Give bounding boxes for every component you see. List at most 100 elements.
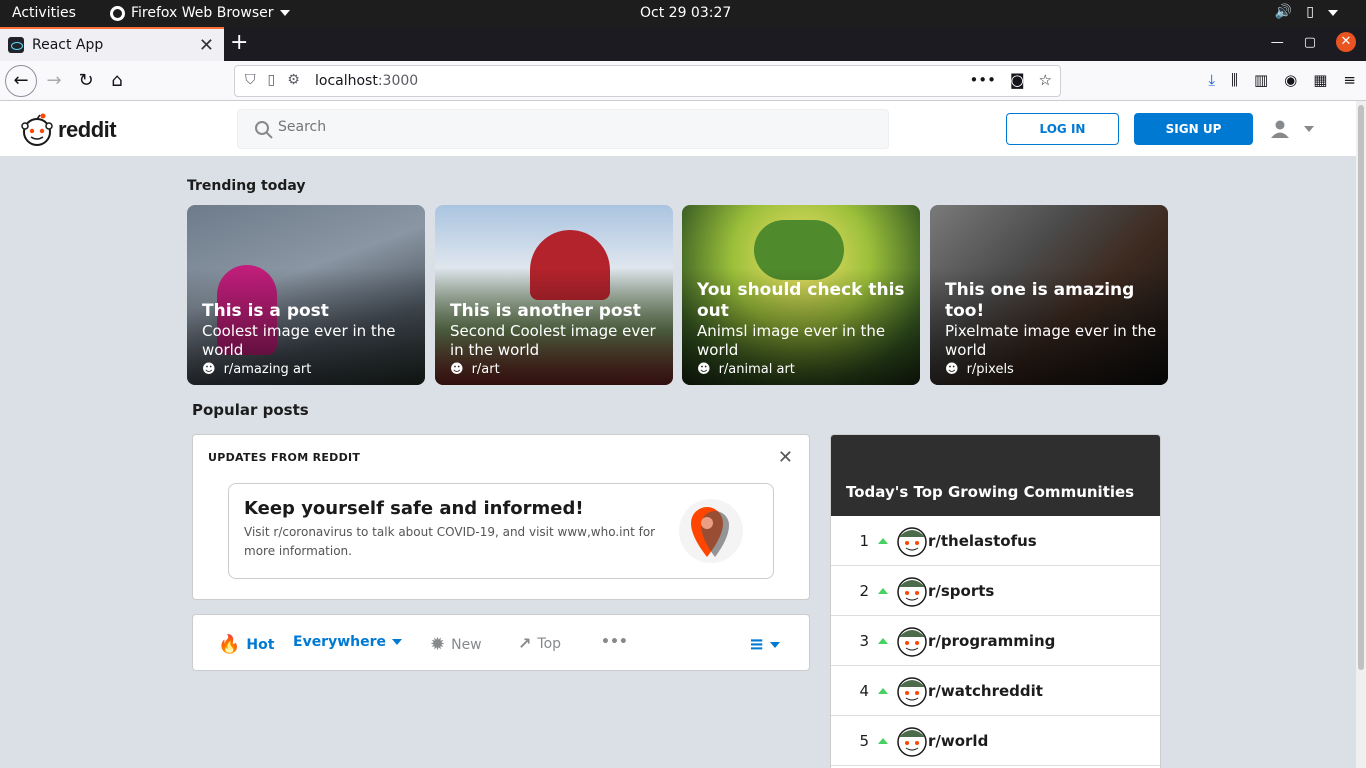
sidebar-icon[interactable]: ▥: [1254, 71, 1268, 89]
card-subreddit: r/pixels: [966, 362, 1014, 377]
sort-new-button[interactable]: ✹ New: [430, 634, 482, 655]
community-row[interactable]: 3 r/programming: [831, 616, 1160, 666]
community-name: r/watchreddit: [928, 681, 1043, 700]
community-avatar-icon: [897, 676, 927, 707]
top-communities-panel: Today's Top Growing Communities 1 r/thel…: [830, 434, 1161, 768]
maximize-icon[interactable]: ▢: [1304, 35, 1316, 50]
library-icon[interactable]: ⫼: [1231, 71, 1238, 89]
trending-card[interactable]: You should check this out Animsl image e…: [682, 205, 920, 385]
community-row[interactable]: 5 r/world: [831, 716, 1160, 766]
back-button[interactable]: ←: [5, 65, 37, 97]
user-menu[interactable]: [1270, 119, 1314, 139]
chevron-down-icon: [1304, 126, 1314, 132]
chevron-down-icon: [279, 10, 290, 16]
url-port: :3000: [377, 73, 419, 89]
page: reddit LOG IN SIGN UP Trending today Thi…: [0, 101, 1356, 768]
close-icon[interactable]: ✕: [778, 447, 793, 468]
bookmark-star-icon[interactable]: ☆: [1039, 71, 1052, 89]
upvote-arrow-icon: [878, 537, 888, 544]
activities-button[interactable]: Activities: [12, 5, 76, 21]
minimize-icon[interactable]: —: [1271, 35, 1284, 50]
account-icon[interactable]: ◉: [1284, 71, 1297, 89]
subreddit-avatar-icon: ☻: [697, 362, 711, 377]
volume-icon: 🔊: [1274, 4, 1293, 20]
trending-card[interactable]: This one is amazing too! Pixelmate image…: [930, 205, 1168, 385]
scrollbar-thumb[interactable]: [1358, 105, 1364, 670]
chevron-down-icon: [770, 641, 781, 648]
more-actions-icon[interactable]: •••: [969, 71, 996, 89]
card-title: This one is amazing too!: [945, 280, 1135, 321]
sort-new-label: New: [451, 636, 482, 653]
trending-card[interactable]: This is a post Coolest image ever in the…: [187, 205, 425, 385]
trending-card[interactable]: This is another post Second Coolest imag…: [435, 205, 673, 385]
signup-button[interactable]: SIGN UP: [1134, 113, 1253, 145]
sort-hot-label: Hot: [246, 636, 275, 653]
menu-icon[interactable]: ≡: [1343, 71, 1356, 89]
tab-strip: React App ✕ + — ▢ ✕: [0, 27, 1366, 61]
search-input[interactable]: [278, 119, 868, 135]
logo-wordmark: reddit: [58, 117, 117, 142]
page-scrollbar[interactable]: [1356, 101, 1366, 768]
trending-heading: Trending today: [187, 178, 306, 194]
community-row[interactable]: 2 r/sports: [831, 566, 1160, 616]
card-description: Coolest image ever in the world: [202, 322, 396, 359]
pocket-icon[interactable]: ◙: [1010, 71, 1025, 89]
shield-icon[interactable]: ⛉: [245, 72, 256, 88]
forward-button[interactable]: →: [40, 67, 68, 95]
updates-title: UPDATES FROM REDDIT: [208, 451, 361, 464]
card-subreddit: r/art: [471, 362, 500, 377]
community-name: r/thelastofus: [928, 531, 1037, 550]
url-bar[interactable]: ⛉ ▯ ⚙ localhost:3000 ••• ◙ ☆: [234, 65, 1061, 97]
user-icon: [1271, 120, 1289, 138]
subreddit-avatar-icon: ☻: [202, 362, 216, 377]
card-description: Animsl image ever in the world: [697, 322, 886, 359]
community-row[interactable]: 4 r/watchreddit: [831, 666, 1160, 716]
sort-top-button[interactable]: ↗ Top: [518, 634, 561, 653]
firefox-icon: [110, 5, 125, 21]
flame-icon: 🔥: [218, 634, 241, 655]
nav-bar: ← → ↻ ⌂ ⛉ ▯ ⚙ localhost:3000 ••• ◙ ☆ ⤓ ⫼…: [0, 61, 1366, 101]
page-icon[interactable]: ▯: [268, 72, 276, 88]
downloads-icon[interactable]: ⤓: [1208, 71, 1215, 89]
view-mode-dropdown[interactable]: ≡: [749, 634, 781, 655]
login-button[interactable]: LOG IN: [1006, 113, 1119, 145]
sort-hot-button[interactable]: 🔥 Hot: [218, 634, 274, 655]
sort-bar: 🔥 Hot Everywhere ✹ New ↗ Top ••• ≡: [192, 614, 810, 671]
close-tab-icon[interactable]: ✕: [199, 35, 214, 56]
trending-up-icon: ↗: [518, 634, 532, 653]
permissions-icon[interactable]: ⚙: [287, 72, 300, 88]
chevron-down-icon: [1328, 10, 1338, 16]
search-box[interactable]: [237, 109, 889, 149]
card-description: Second Coolest image ever in the world: [450, 322, 656, 359]
sort-top-label: Top: [537, 635, 562, 652]
community-avatar-icon: [897, 526, 927, 557]
upvote-arrow-icon: [878, 687, 888, 694]
community-name: r/world: [928, 731, 989, 750]
card-subreddit: r/animal art: [718, 362, 795, 377]
system-tray[interactable]: 🔊 ▯: [1275, 4, 1338, 20]
tab-react-app[interactable]: React App ✕: [0, 27, 224, 61]
more-options-icon[interactable]: •••: [601, 634, 628, 650]
community-row[interactable]: 1 r/thelastofus: [831, 516, 1160, 566]
reload-button[interactable]: ↻: [72, 67, 100, 95]
upvote-arrow-icon: [878, 637, 888, 644]
toolbar-right: ⤓ ⫼ ▥ ◉ ▦ ≡: [1208, 71, 1356, 89]
url-text[interactable]: localhost:3000: [315, 73, 418, 89]
notice-text: Visit r/coronavirus to talk about COVID-…: [244, 525, 656, 558]
battery-icon: ▯: [1306, 4, 1314, 20]
new-icon: ✹: [430, 634, 446, 655]
community-rank: 3: [859, 631, 869, 650]
home-button[interactable]: ⌂: [103, 67, 131, 95]
location-dropdown[interactable]: Everywhere: [293, 634, 403, 650]
extensions-icon[interactable]: ▦: [1313, 71, 1327, 89]
clock[interactable]: Oct 29 03:27: [640, 5, 731, 21]
card-description: Pixelmate image ever in the world: [945, 322, 1157, 359]
close-window-icon[interactable]: ✕: [1336, 32, 1356, 52]
search-icon: [255, 121, 273, 139]
community-rank: 2: [859, 581, 869, 600]
community-rank: 5: [859, 731, 869, 750]
covid-notice[interactable]: Keep yourself safe and informed! Visit r…: [228, 483, 774, 579]
app-menu[interactable]: Firefox Web Browser: [110, 5, 290, 21]
new-tab-button[interactable]: +: [230, 30, 248, 55]
reddit-logo[interactable]: reddit: [20, 113, 117, 147]
